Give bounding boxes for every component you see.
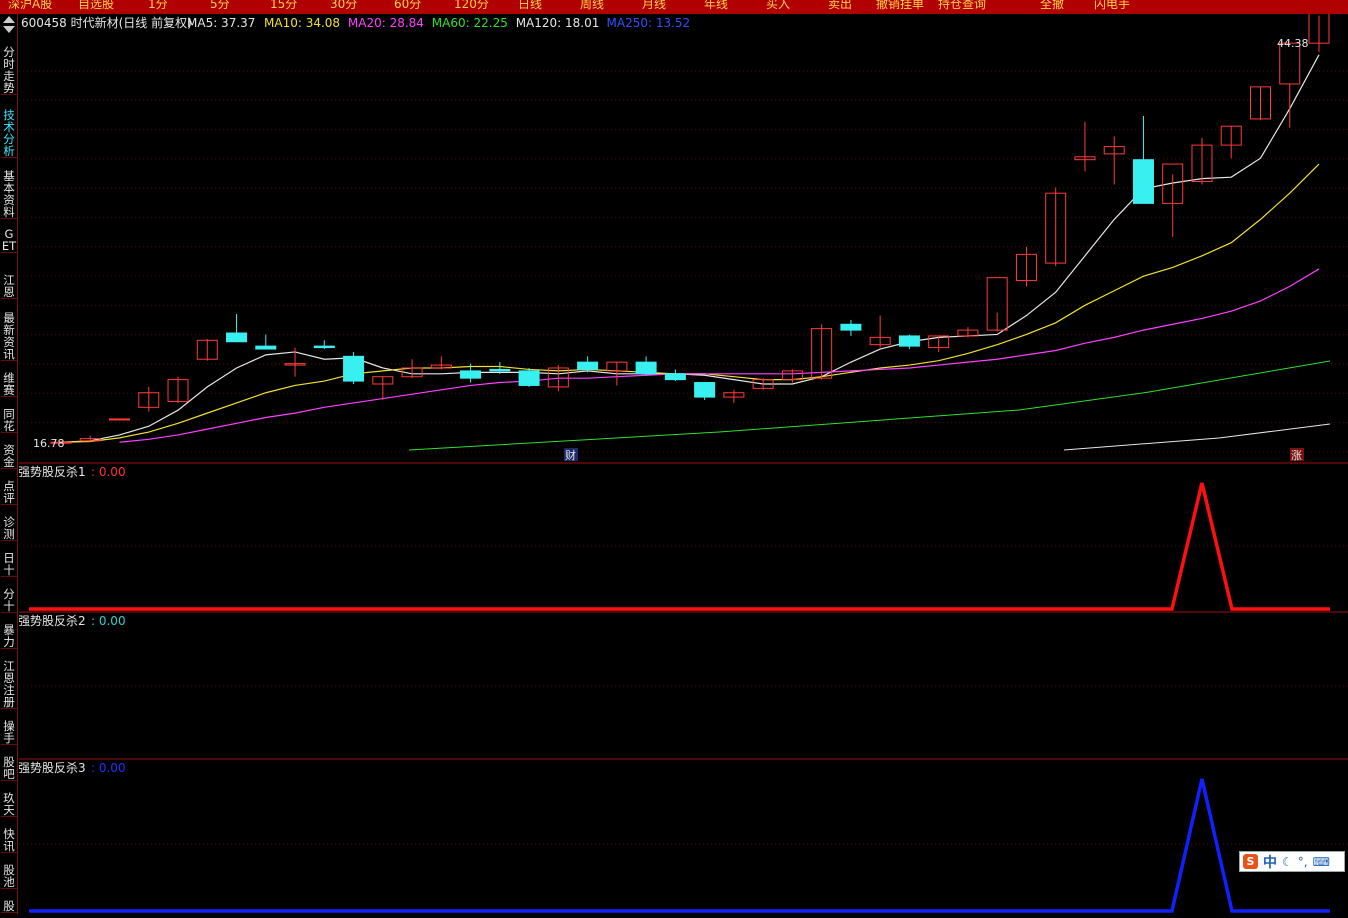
- indicator-line: [29, 778, 1330, 913]
- finance-marker: 财: [565, 448, 576, 462]
- candle-body: [343, 355, 365, 382]
- moon-icon[interactable]: ☾: [1282, 855, 1293, 869]
- ma-label: MA10: 34.08: [264, 16, 340, 30]
- ma-label: MA5: 37.37: [187, 16, 255, 30]
- sidebar-item[interactable]: 日十: [1, 552, 17, 577]
- candle-body: [255, 345, 277, 350]
- indicator-name: 强势股反杀2: [19, 613, 86, 628]
- toolbar-item[interactable]: 买入: [766, 0, 790, 12]
- sidebar-item[interactable]: 玖天: [1, 792, 17, 817]
- stock-title: 600458 时代新材(日线 前复权): [21, 15, 192, 30]
- sidebar-item[interactable]: GET: [1, 228, 17, 253]
- sidebar-item[interactable]: 资金: [1, 444, 17, 469]
- toolbar-item[interactable]: 5分: [210, 0, 230, 12]
- indicator-value: : 0.00: [91, 614, 126, 628]
- candle-body: [226, 332, 248, 343]
- ma-label: MA250: 13.52: [607, 16, 691, 30]
- sidebar-item[interactable]: 江恩: [1, 274, 17, 299]
- sogou-s-icon[interactable]: S: [1243, 854, 1258, 869]
- sidebar-item[interactable]: 股池: [1, 864, 17, 889]
- toolbar-item[interactable]: 撤销挂单: [876, 0, 924, 12]
- scroll-down-icon[interactable]: [3, 26, 15, 33]
- sidebar: 分时走势技术分析基本资料 GET 江恩最新资讯维赛同花资金点评诊测日十分十暴力江恩注…: [0, 14, 18, 914]
- toolbar-item[interactable]: 自选股: [78, 0, 114, 12]
- keyboard-icon[interactable]: ⌨: [1313, 855, 1330, 869]
- sidebar-item[interactable]: 最新资讯: [1, 312, 17, 361]
- ma-line-ma10: [60, 163, 1320, 443]
- toolbar-item[interactable]: 1分: [148, 0, 168, 12]
- sidebar-item[interactable]: 技术分析: [1, 109, 17, 158]
- toolbar-item[interactable]: 持仓查询: [938, 0, 986, 12]
- sidebar-item[interactable]: 分十: [1, 588, 17, 613]
- indicator-name: 强势股反杀1: [19, 464, 86, 479]
- chinese-mode-icon[interactable]: 中: [1263, 852, 1277, 872]
- chart-area[interactable]: 600458 时代新材(日线 前复权) MA5: 37.37 MA10: 34.08…: [18, 0, 1348, 914]
- sidebar-item[interactable]: 股吧: [1, 756, 17, 781]
- ma-line-ma20: [119, 268, 1320, 443]
- sidebar-item[interactable]: 分时走势: [1, 46, 17, 95]
- ma-line-ma120: [1063, 423, 1331, 451]
- sidebar-item[interactable]: 操手: [1, 720, 17, 745]
- indicator-value: : 0.00: [91, 761, 126, 775]
- candle-body: [1132, 159, 1154, 204]
- candle-body: [635, 361, 657, 375]
- toolbar-item[interactable]: 月线: [642, 0, 666, 12]
- candle-body: [460, 370, 482, 379]
- scroll-up-icon[interactable]: [3, 16, 15, 23]
- toolbar-item[interactable]: 日线: [518, 0, 542, 12]
- candle-body: [577, 361, 599, 370]
- toolbar-item[interactable]: 30分: [330, 0, 357, 12]
- candle-body: [840, 323, 862, 331]
- toolbar-item[interactable]: 全撤: [1040, 0, 1064, 12]
- toolbar-item[interactable]: 周线: [580, 0, 604, 12]
- candle-body: [694, 382, 716, 398]
- candle-body: [109, 418, 131, 421]
- top-toolbar: 深沪A股 自选股 1分 5分 15分 30分 60分 120分 日线 周线 月线 年线 买入 卖出 撤销挂单…: [0, 0, 1348, 14]
- ma-label: MA60: 22.25: [432, 16, 508, 30]
- toolbar-item[interactable]: 卖出: [828, 0, 852, 12]
- sidebar-item[interactable]: 点评: [1, 480, 17, 505]
- sidebar-item[interactable]: 快讯: [1, 828, 17, 853]
- sidebar-item[interactable]: 江恩注册: [1, 660, 17, 709]
- limit-up-marker: 涨: [1291, 449, 1302, 462]
- candle-body: [664, 373, 686, 381]
- candle-body: [518, 370, 540, 386]
- ma-line-ma5: [60, 54, 1320, 443]
- toolbar-item[interactable]: 60分: [394, 0, 421, 12]
- toolbar-item[interactable]: 年线: [704, 0, 728, 12]
- ma-line-ma60: [408, 360, 1331, 451]
- toolbar-item[interactable]: 15分: [270, 0, 297, 12]
- sidebar-item[interactable]: 股: [1, 900, 17, 913]
- indicator-value: : 0.00: [91, 465, 126, 479]
- ma-label: MA120: 18.01: [516, 16, 600, 30]
- punctuation-icon[interactable]: °,: [1298, 855, 1308, 869]
- candle-body: [489, 368, 511, 372]
- indicator-name: 强势股反杀3: [19, 760, 86, 775]
- ime-toolbar[interactable]: S 中 ☾ °, ⌨: [1239, 851, 1345, 872]
- sidebar-item[interactable]: 维赛: [1, 372, 17, 397]
- low-price-label: 16.78: [33, 437, 65, 450]
- high-price-label: 44.38: [1277, 37, 1309, 50]
- candle-body: [898, 335, 920, 347]
- ma-label: MA20: 28.84: [348, 16, 424, 30]
- toolbar-item[interactable]: 120分: [454, 0, 489, 12]
- toolbar-item[interactable]: 深沪A股: [8, 0, 52, 12]
- candle-body: [313, 345, 335, 349]
- chart-svg[interactable]: 600458 时代新材(日线 前复权)MA5: 37.37 MA10: 34.08…: [18, 0, 1348, 914]
- sidebar-item[interactable]: 诊测: [1, 516, 17, 541]
- sidebar-item[interactable]: 暴力: [1, 624, 17, 649]
- toolbar-item[interactable]: 闪电手: [1094, 0, 1130, 12]
- sidebar-item[interactable]: 同花: [1, 408, 17, 433]
- sidebar-item[interactable]: 基本资料: [1, 170, 17, 219]
